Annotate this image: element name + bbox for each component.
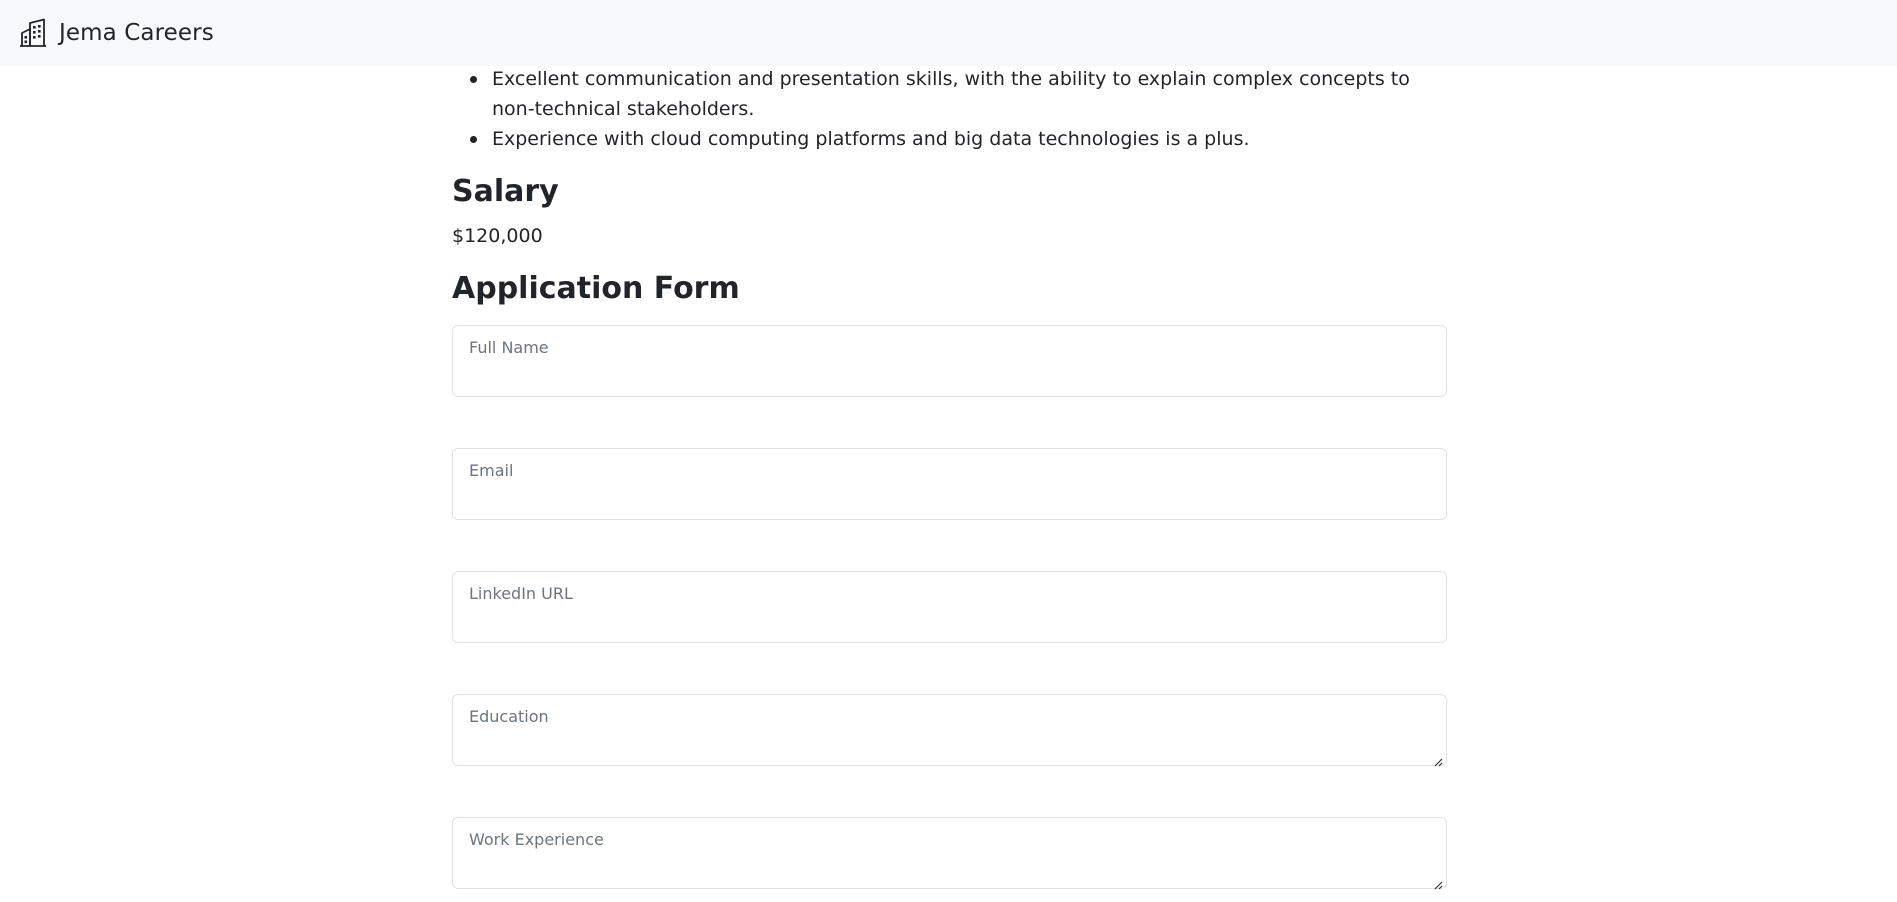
resize-handle-icon[interactable]: [1433, 875, 1443, 890]
application-form-heading: Application Form: [452, 271, 740, 306]
full-name-field-wrapper: Full Name: [452, 325, 1447, 397]
requirements-list: Excellent communication and presentation…: [452, 64, 1447, 154]
resize-handle-icon[interactable]: [1433, 752, 1443, 767]
email-field-wrapper: Email: [452, 448, 1447, 520]
full-name-field[interactable]: [453, 326, 1446, 396]
salary-value: $120,000: [452, 225, 543, 247]
salary-heading: Salary: [452, 174, 559, 209]
work-experience-textarea[interactable]: [453, 818, 1446, 888]
brand-link[interactable]: Jema Careers: [18, 18, 214, 48]
navbar: Jema Careers: [0, 0, 1897, 66]
list-item: Excellent communication and presentation…: [452, 64, 1432, 124]
linkedin-field-wrapper: LinkedIn URL: [452, 571, 1447, 643]
building-icon: [18, 18, 48, 48]
email-field[interactable]: [453, 449, 1446, 519]
list-item: Experience with cloud computing platform…: [452, 124, 1432, 154]
work-experience-field-wrapper: Work Experience: [452, 817, 1447, 890]
linkedin-url-field[interactable]: [453, 572, 1446, 642]
brand-name: Jema Careers: [59, 20, 214, 46]
education-textarea[interactable]: [453, 695, 1446, 765]
education-field-wrapper: Education: [452, 694, 1447, 767]
